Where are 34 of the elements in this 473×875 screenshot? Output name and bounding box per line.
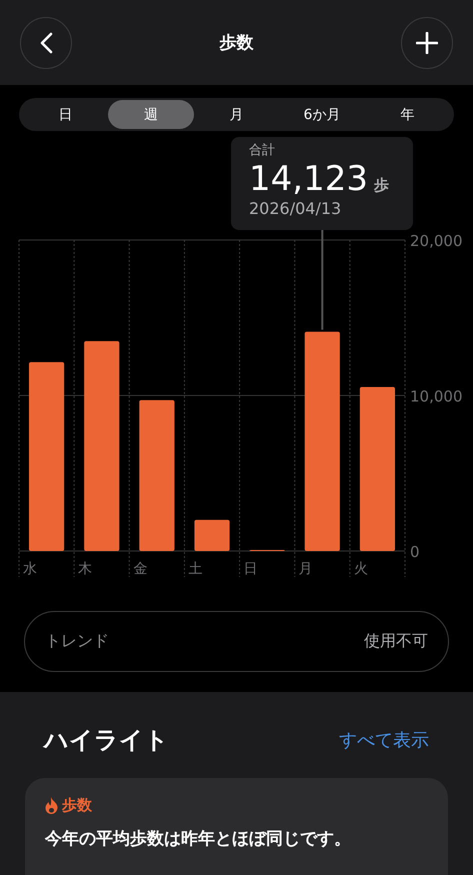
axis-label: 0 [410,543,420,561]
highlight-text: 今年の平均歩数は昨年とほぼ同じです。 [45,828,352,850]
axis-label: 10,000 [410,388,462,406]
trend-label: トレンド [45,631,109,652]
tooltip-unit: 歩 [374,176,389,195]
axis-label: 日 [244,561,258,577]
back-icon [39,32,53,54]
add-button[interactable] [401,16,453,68]
category-label: 歩数 [62,796,92,815]
period-tab[interactable]: 年 [364,100,450,129]
page-title: 歩数 [220,32,254,54]
axis-label: 火 [354,561,368,577]
axis-label: 水 [23,561,37,577]
period-tab[interactable]: 日 [23,100,108,129]
bar [194,520,230,551]
period-tab[interactable]: 月 [194,100,280,129]
trend-value: 使用不可 [364,631,428,652]
tooltip-label: 合計 [249,142,276,159]
trend-row[interactable]: トレンド 使用不可 [24,611,449,672]
axis-label: 金 [133,561,148,577]
period-tab[interactable]: 6か月 [279,100,365,129]
axis-label: 月 [298,561,313,577]
axis-label: 木 [78,561,92,577]
period-tab[interactable]: 週 [108,100,194,129]
axis-label: 20,000 [410,232,462,250]
back-button[interactable] [20,16,72,68]
highlight-card[interactable]: 歩数 今年の平均歩数は昨年とほぼ同じです。 [25,778,448,875]
axis-label: 土 [188,561,202,577]
show-all-link[interactable]: すべて表示 [339,728,429,752]
section-title: ハイライト [44,725,169,756]
tooltip-value: 14,123 [249,159,368,199]
plus-icon [416,32,438,54]
flame-icon [45,797,58,814]
tooltip-date: 2026/04/13 [249,199,342,218]
